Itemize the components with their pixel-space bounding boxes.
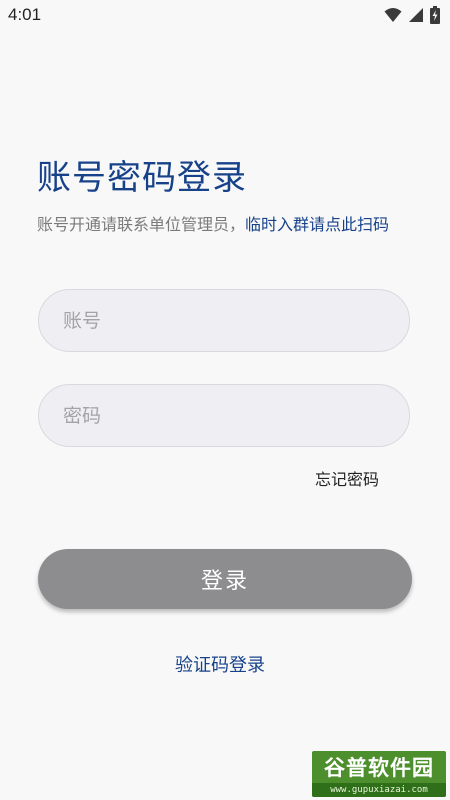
login-screen: 4:01 账号密码登录 账号开通请联系单位管理员，临时入群请点此扫码 账号 忘记…	[0, 0, 450, 800]
watermark-logo: 谷普软件园 www.gupuxiazai.com	[312, 751, 446, 797]
status-bar: 4:01	[0, 0, 450, 32]
watermark-url: www.gupuxiazai.com	[312, 783, 446, 797]
watermark-brand: 谷普软件园	[324, 756, 434, 780]
status-icons	[384, 6, 440, 28]
subtitle-text: 账号开通请联系单位管理员，	[37, 215, 246, 234]
page-title: 账号密码登录	[37, 158, 247, 198]
status-time: 4:01	[8, 5, 42, 24]
login-button[interactable]: 登录	[38, 549, 412, 609]
sms-login-link[interactable]: 验证码登录	[175, 651, 265, 677]
forgot-password-link[interactable]: 忘记密码	[315, 466, 379, 490]
wifi-icon	[384, 7, 402, 27]
battery-icon	[430, 6, 440, 28]
password-input[interactable]	[38, 384, 410, 447]
subtitle: 账号开通请联系单位管理员，临时入群请点此扫码	[37, 211, 389, 235]
account-input[interactable]	[38, 289, 410, 352]
scan-qr-link[interactable]: 临时入群请点此扫码	[245, 215, 389, 234]
signal-icon	[408, 7, 424, 27]
